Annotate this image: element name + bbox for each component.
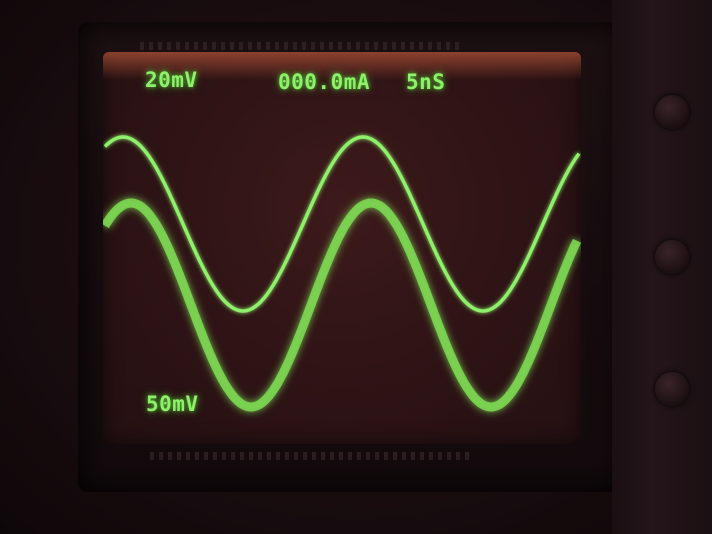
knob[interactable]	[655, 372, 689, 406]
trace-channel-2	[103, 198, 581, 412]
channel1-scale-readout: 20mV	[145, 68, 198, 92]
crt-screen: 20mV 000.0mA 5nS 50mV	[103, 52, 581, 444]
knob[interactable]	[655, 240, 689, 274]
timebase-readout: 5nS	[406, 70, 446, 94]
graticule-ticks-bottom	[150, 452, 470, 460]
graticule-ticks-top	[140, 42, 460, 50]
channel2-scale-readout: 50mV	[146, 392, 199, 416]
knob[interactable]	[655, 95, 689, 129]
waveform-display	[103, 135, 581, 412]
current-readout: 000.0mA	[278, 70, 371, 94]
oscilloscope-photo: 20mV 000.0mA 5nS 50mV	[0, 0, 712, 534]
